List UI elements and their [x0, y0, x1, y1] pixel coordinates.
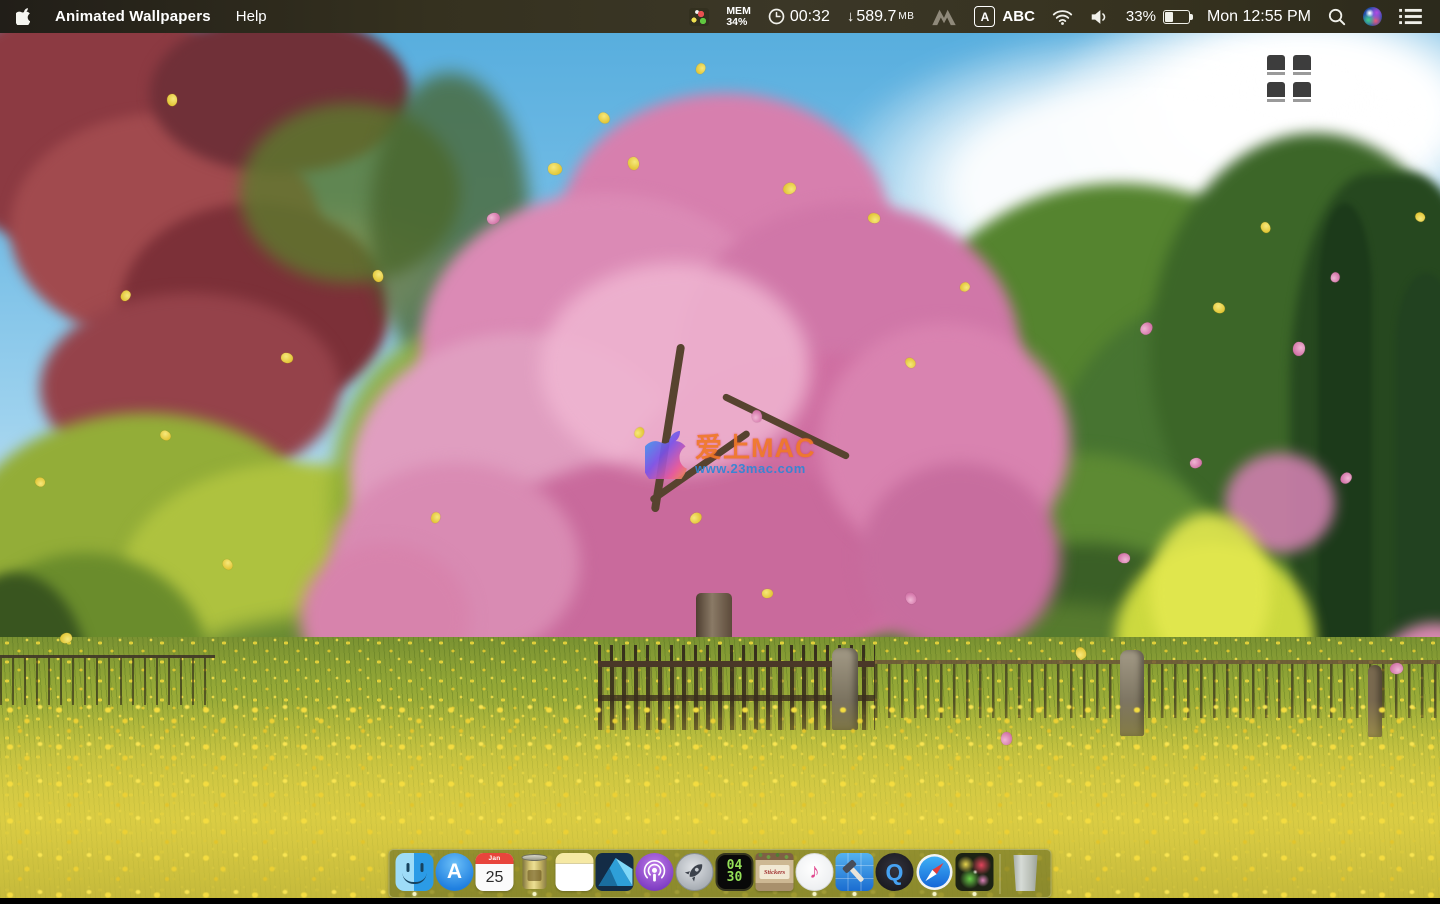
- running-indicator: [932, 892, 937, 896]
- help-menu[interactable]: Help: [236, 8, 267, 25]
- dock-separator: [999, 853, 1001, 894]
- affinity-designer-icon: [595, 853, 634, 891]
- running-indicator: [532, 892, 537, 896]
- fence-left: [0, 655, 215, 705]
- download-unit: MB: [898, 11, 915, 22]
- grid-cell: [1293, 55, 1311, 76]
- input-source-status[interactable]: A ABC: [974, 6, 1035, 27]
- xcode-icon: [835, 853, 874, 891]
- watermark: 爱上MAC www.23mac.com: [645, 431, 816, 479]
- menu-bar-clock[interactable]: Mon 12:55 PM: [1207, 8, 1311, 26]
- calendar-icon: Jan 25: [475, 853, 514, 891]
- dock-itunes[interactable]: ♪: [795, 851, 834, 896]
- spotlight-search-icon[interactable]: [1328, 8, 1346, 26]
- stickers-icon: Stickers: [755, 853, 794, 891]
- input-label: ABC: [1002, 8, 1035, 25]
- watermark-title: 爱上MAC: [695, 433, 816, 463]
- menu-bar: Animated Wallpapers Help MEM 34% 00:32 ↓…: [0, 0, 1440, 33]
- running-indicator: [972, 892, 977, 896]
- rainbow-apple-logo-icon: [645, 431, 687, 479]
- desktop-wallpaper[interactable]: 爱上MAC www.23mac.com: [0, 33, 1440, 898]
- mountain-m-icon[interactable]: [931, 8, 957, 26]
- active-app-menu[interactable]: Animated Wallpapers: [55, 8, 211, 25]
- battery-percent: 33%: [1125, 8, 1156, 25]
- dock-safari[interactable]: [916, 851, 954, 896]
- podcasts-icon: [635, 853, 674, 891]
- window-grid-icon[interactable]: [1267, 55, 1311, 103]
- calendar-day: 25: [485, 868, 504, 886]
- timer-value: 00:32: [789, 7, 830, 25]
- yellow-petal: [694, 61, 707, 76]
- yellow-petal: [596, 110, 612, 126]
- battery-status[interactable]: 33%: [1125, 8, 1193, 25]
- clock-icon: [768, 8, 785, 25]
- tin-can-icon: [516, 853, 554, 891]
- watermark-url: www.23mac.com: [695, 461, 806, 477]
- wifi-icon[interactable]: [1052, 9, 1073, 25]
- apple-menu[interactable]: [16, 8, 30, 25]
- memory-value: 34%: [726, 15, 748, 28]
- watch-timer-icon: 04 30: [715, 853, 754, 891]
- yellow-petal: [548, 163, 562, 175]
- dock-watch-timer[interactable]: 04 30: [715, 851, 754, 896]
- dock-notes[interactable]: [555, 851, 594, 896]
- dock-stickers[interactable]: Stickers: [755, 851, 794, 896]
- dock-tin-can-app[interactable]: [516, 851, 554, 896]
- grid-cell: [1293, 82, 1311, 103]
- download-value: 589.7: [856, 7, 897, 25]
- trash-icon: [1013, 855, 1038, 891]
- stickers-label: Stickers: [759, 865, 790, 879]
- download-arrow-icon: ↓: [846, 8, 855, 25]
- dock: A Jan 25 04 30 Stickers ♪ Q: [388, 849, 1052, 898]
- safari-icon: [916, 853, 954, 891]
- app-store-icon: A: [435, 853, 474, 891]
- dock-finder[interactable]: [395, 851, 434, 896]
- animated-wallpapers-icon: [955, 853, 994, 891]
- calendar-month: Jan: [475, 853, 514, 864]
- grid-cell: [1267, 82, 1285, 103]
- network-status[interactable]: ↓ 589.7 MB: [847, 8, 915, 26]
- running-indicator: [852, 892, 857, 896]
- siri-icon[interactable]: [1363, 7, 1382, 26]
- dock-animated-wallpapers[interactable]: [955, 851, 994, 896]
- wallpaper-foliage-blob: [860, 463, 1060, 653]
- grid-cell: [1267, 55, 1285, 76]
- apple-logo-icon: [16, 8, 30, 25]
- dock-podcasts[interactable]: [635, 851, 674, 896]
- pink-petal: [1000, 731, 1013, 746]
- battery-icon: [1162, 9, 1193, 24]
- finder-icon: [395, 853, 434, 891]
- wallpaper-foliage-blob: [1318, 203, 1372, 703]
- rocket-icon: [675, 853, 714, 891]
- timer-status[interactable]: 00:32: [768, 8, 830, 26]
- quicktime-letter: Q: [885, 858, 904, 885]
- dock-quicktime[interactable]: Q: [875, 851, 914, 896]
- memory-status[interactable]: MEM 34%: [726, 6, 751, 27]
- dock-trash[interactable]: [1007, 851, 1045, 896]
- running-indicator: [812, 892, 817, 896]
- confetti-status-icon[interactable]: [689, 7, 710, 26]
- notes-icon: [555, 853, 594, 891]
- dock-launchpad-rocket[interactable]: [675, 851, 714, 896]
- itunes-icon: ♪: [795, 853, 834, 891]
- input-key-icon: A: [974, 6, 996, 27]
- app-store-letter: A: [446, 860, 463, 883]
- running-indicator: [412, 892, 417, 896]
- memory-label: MEM: [726, 5, 751, 17]
- pink-petal: [1117, 552, 1131, 564]
- volume-icon[interactable]: [1090, 9, 1109, 25]
- quicktime-icon: Q: [875, 853, 914, 891]
- dock-calendar[interactable]: Jan 25: [475, 851, 514, 896]
- macos-desktop: 爱上MAC www.23mac.com Animated Wallpapers …: [0, 0, 1440, 904]
- music-note-glyph: ♪: [809, 860, 820, 883]
- watch-timer-bottom: 30: [726, 870, 743, 885]
- dock-xcode[interactable]: [835, 851, 874, 896]
- notification-list-icon[interactable]: [1399, 8, 1422, 25]
- dock-app-store[interactable]: A: [435, 851, 474, 896]
- dock-affinity-designer[interactable]: [595, 851, 634, 896]
- yellow-petal: [867, 212, 881, 224]
